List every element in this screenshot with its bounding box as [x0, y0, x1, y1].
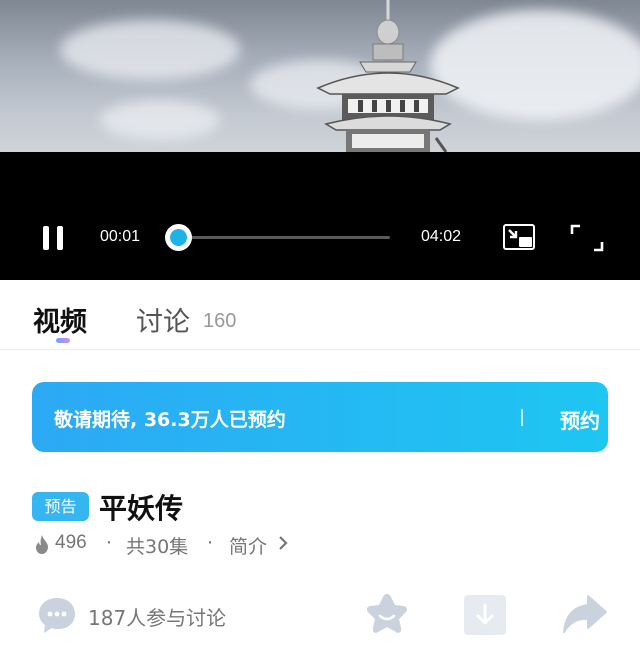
share-icon[interactable] — [562, 594, 608, 634]
meta-separator: · — [207, 532, 214, 554]
duration-time: 04:02 — [421, 228, 462, 245]
active-tab-indicator — [56, 338, 70, 343]
current-time: 00:01 — [100, 228, 141, 245]
show-title: 平妖传 — [99, 492, 184, 525]
fire-icon — [36, 535, 48, 554]
progress-track[interactable] — [178, 236, 390, 239]
intro-link[interactable]: 简介 — [229, 532, 267, 559]
discussion-count: 160 — [203, 310, 237, 332]
progress-knob[interactable] — [165, 224, 192, 251]
picture-in-picture-icon[interactable] — [503, 224, 535, 250]
star-icon[interactable] — [364, 592, 410, 636]
pagoda-image — [316, 0, 460, 152]
reserve-button[interactable]: 预约 — [560, 405, 600, 434]
comment-icon[interactable] — [37, 596, 77, 634]
reservation-text: 敬请期待, 36.3万人已预约 — [54, 409, 286, 431]
download-icon[interactable] — [464, 595, 506, 635]
tab-bar: 视频 讨论 160 — [0, 280, 640, 350]
discussion-participants[interactable]: 187人参与讨论 — [88, 602, 226, 631]
heat-count: 496 — [55, 532, 87, 553]
trailer-badge: 预告 — [32, 492, 89, 521]
banner-divider — [521, 409, 523, 426]
chevron-right-icon[interactable] — [277, 534, 289, 552]
player-controls: 00:01 04:02 — [0, 215, 640, 259]
pause-button[interactable] — [38, 223, 68, 253]
tab-video[interactable]: 视频 — [33, 300, 87, 339]
reservation-banner[interactable]: 敬请期待, 36.3万人已预约 预约 — [32, 382, 608, 452]
video-frame — [0, 0, 640, 152]
video-player[interactable]: 00:01 04:02 — [0, 0, 640, 280]
meta-separator: · — [106, 532, 113, 554]
tab-discussion[interactable]: 讨论 — [136, 300, 190, 339]
fullscreen-icon[interactable] — [570, 224, 604, 252]
episode-count: 共30集 — [126, 536, 189, 558]
